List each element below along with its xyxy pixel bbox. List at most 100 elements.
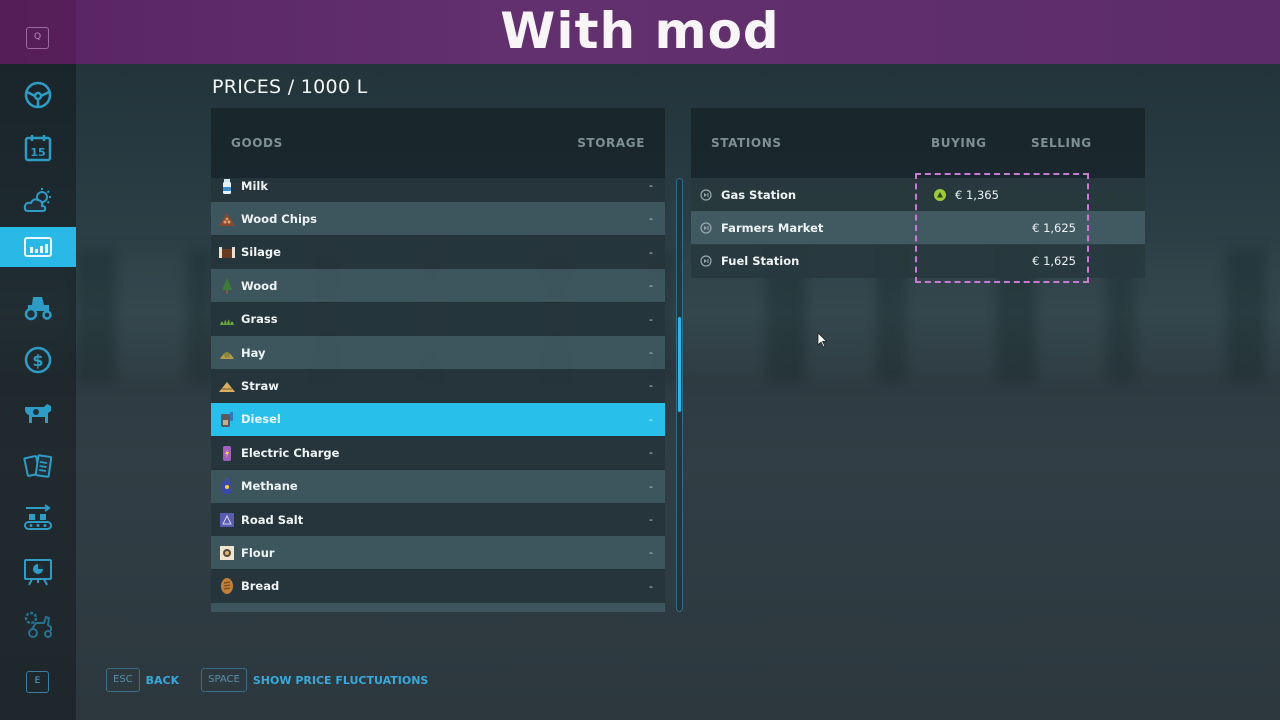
steering-wheel-icon [24,81,52,108]
banner-title: With mod [500,2,780,60]
svg-text:15: 15 [30,146,45,159]
goods-storage-value: - [649,179,653,192]
back-button[interactable]: BACK [146,674,180,687]
goods-row-milk[interactable]: Milk - [211,178,665,202]
column-header-stations: STATIONS [711,136,782,150]
goods-name: Electric Charge [241,445,340,460]
station-name: Fuel Station [721,254,800,269]
goods-row-wood[interactable]: Wood - [211,269,665,303]
goods-row-straw[interactable]: Straw - [211,369,665,403]
calendar-icon: 15 [24,134,52,161]
goods-name: Bread [241,579,280,594]
goods-row-diesel[interactable]: Diesel - [211,402,665,436]
flour-icon [218,544,236,562]
goods-name: Straw [241,378,279,393]
goods-storage-value: - [649,279,653,293]
goods-name: Hay [241,345,266,360]
goods-row-electric-charge[interactable]: Electric Charge - [211,436,665,470]
goods-row-grass[interactable]: Grass - [211,302,665,336]
methane-icon [218,477,236,495]
road-salt-icon [218,511,236,529]
goods-list: Milk - Wood Chips - Silage - Wood - Grass - Hay - St… [211,178,665,612]
hay-icon [218,344,236,362]
station-name: Farmers Market [721,220,824,235]
goods-row-hay[interactable]: Hay - [211,336,665,369]
goods-storage-value: - [649,479,653,493]
svg-text:$: $ [32,351,43,370]
goods-name: Silage [241,245,281,260]
weather-icon [23,187,51,212]
banner: Q With mod [0,0,1280,64]
goods-storage-value: - [649,579,653,593]
page-title: PRICES / 1000 L [212,76,368,98]
goods-storage-value: - [649,412,653,426]
goods-scrollbar-thumb[interactable] [678,316,681,412]
animals-cow-icon [25,403,51,423]
goods-storage-value: - [649,312,653,326]
footer-actions: ESC BACK SPACE SHOW PRICE FLUCTUATIONS [106,668,450,692]
grass-icon [218,310,236,328]
goods-storage-value: - [649,212,653,226]
tractor-icon [24,296,52,320]
finances-dollar-icon: $ [24,346,52,373]
goods-scrollbar[interactable] [676,178,683,612]
goods-row-partial[interactable] [211,603,665,612]
sidebar-item-vehicles[interactable] [0,280,76,333]
statistics-board-icon [24,558,52,585]
goods-storage-value: - [649,513,653,526]
sidebar-item-finances[interactable]: $ [0,333,76,386]
column-header-selling: SELLING [1031,136,1092,150]
goods-row-flour[interactable]: Flour - [211,536,665,570]
show-price-fluctuations-button[interactable]: SHOW PRICE FLUCTUATIONS [253,674,428,687]
goods-table: GOODS STORAGE Milk - Wood Chips - Silage - Woo… [211,108,665,612]
goods-name: Grass [241,312,278,327]
milk-icon [218,178,236,195]
goods-row-silage[interactable]: Silage - [211,235,665,269]
goods-storage-value: - [649,546,653,560]
station-target-icon[interactable] [700,255,712,267]
sidebar-item-calendar[interactable]: 15 [0,121,76,174]
goods-storage-value: - [649,446,653,460]
sidebar: 15 $ E [0,0,76,720]
esc-key-hint: ESC [106,668,140,692]
goods-name: Road Salt [241,512,304,527]
goods-name: Wood [241,278,278,293]
goods-row-methane[interactable]: Methane - [211,469,665,503]
goods-table-header: GOODS STORAGE [211,108,665,178]
goods-name: Milk [241,178,268,193]
straw-icon [218,377,236,395]
goods-row-bread[interactable]: Bread - [211,569,665,603]
contracts-icon [23,453,53,478]
sidebar-next-key[interactable]: E [26,671,49,693]
goods-row-road-salt[interactable]: Road Salt - [211,503,665,536]
production-conveyor-icon [24,503,52,530]
wood-chips-icon [218,210,236,228]
garage-settings-icon [24,611,52,638]
goods-storage-value: - [649,346,653,359]
space-key-hint: SPACE [201,668,247,692]
column-header-buying: BUYING [931,136,987,150]
station-target-icon[interactable] [700,222,712,234]
sidebar-item-animals[interactable] [0,386,76,439]
station-target-icon[interactable] [700,188,712,201]
goods-name: Diesel [241,412,281,427]
station-name: Gas Station [721,187,797,202]
prices-chart-icon [24,237,52,257]
column-header-goods: GOODS [231,136,283,150]
sidebar-item-production[interactable] [0,492,76,545]
goods-name: Methane [241,479,298,494]
sidebar-item-weather[interactable] [0,174,76,227]
goods-storage-value: - [649,379,653,393]
sidebar-item-statistics[interactable] [0,545,76,598]
silage-icon [218,243,236,261]
sidebar-item-prices[interactable] [0,227,76,267]
mouse-cursor-icon [817,332,828,348]
goods-storage-value: - [649,245,653,259]
sidebar-item-garage[interactable] [0,598,76,651]
column-header-storage: STORAGE [577,136,645,150]
electric-charge-icon [218,444,236,462]
bread-icon [218,577,236,595]
goods-row-wood-chips[interactable]: Wood Chips - [211,202,665,236]
sidebar-item-contracts[interactable] [0,439,76,492]
sidebar-item-vehicle[interactable] [0,68,76,121]
